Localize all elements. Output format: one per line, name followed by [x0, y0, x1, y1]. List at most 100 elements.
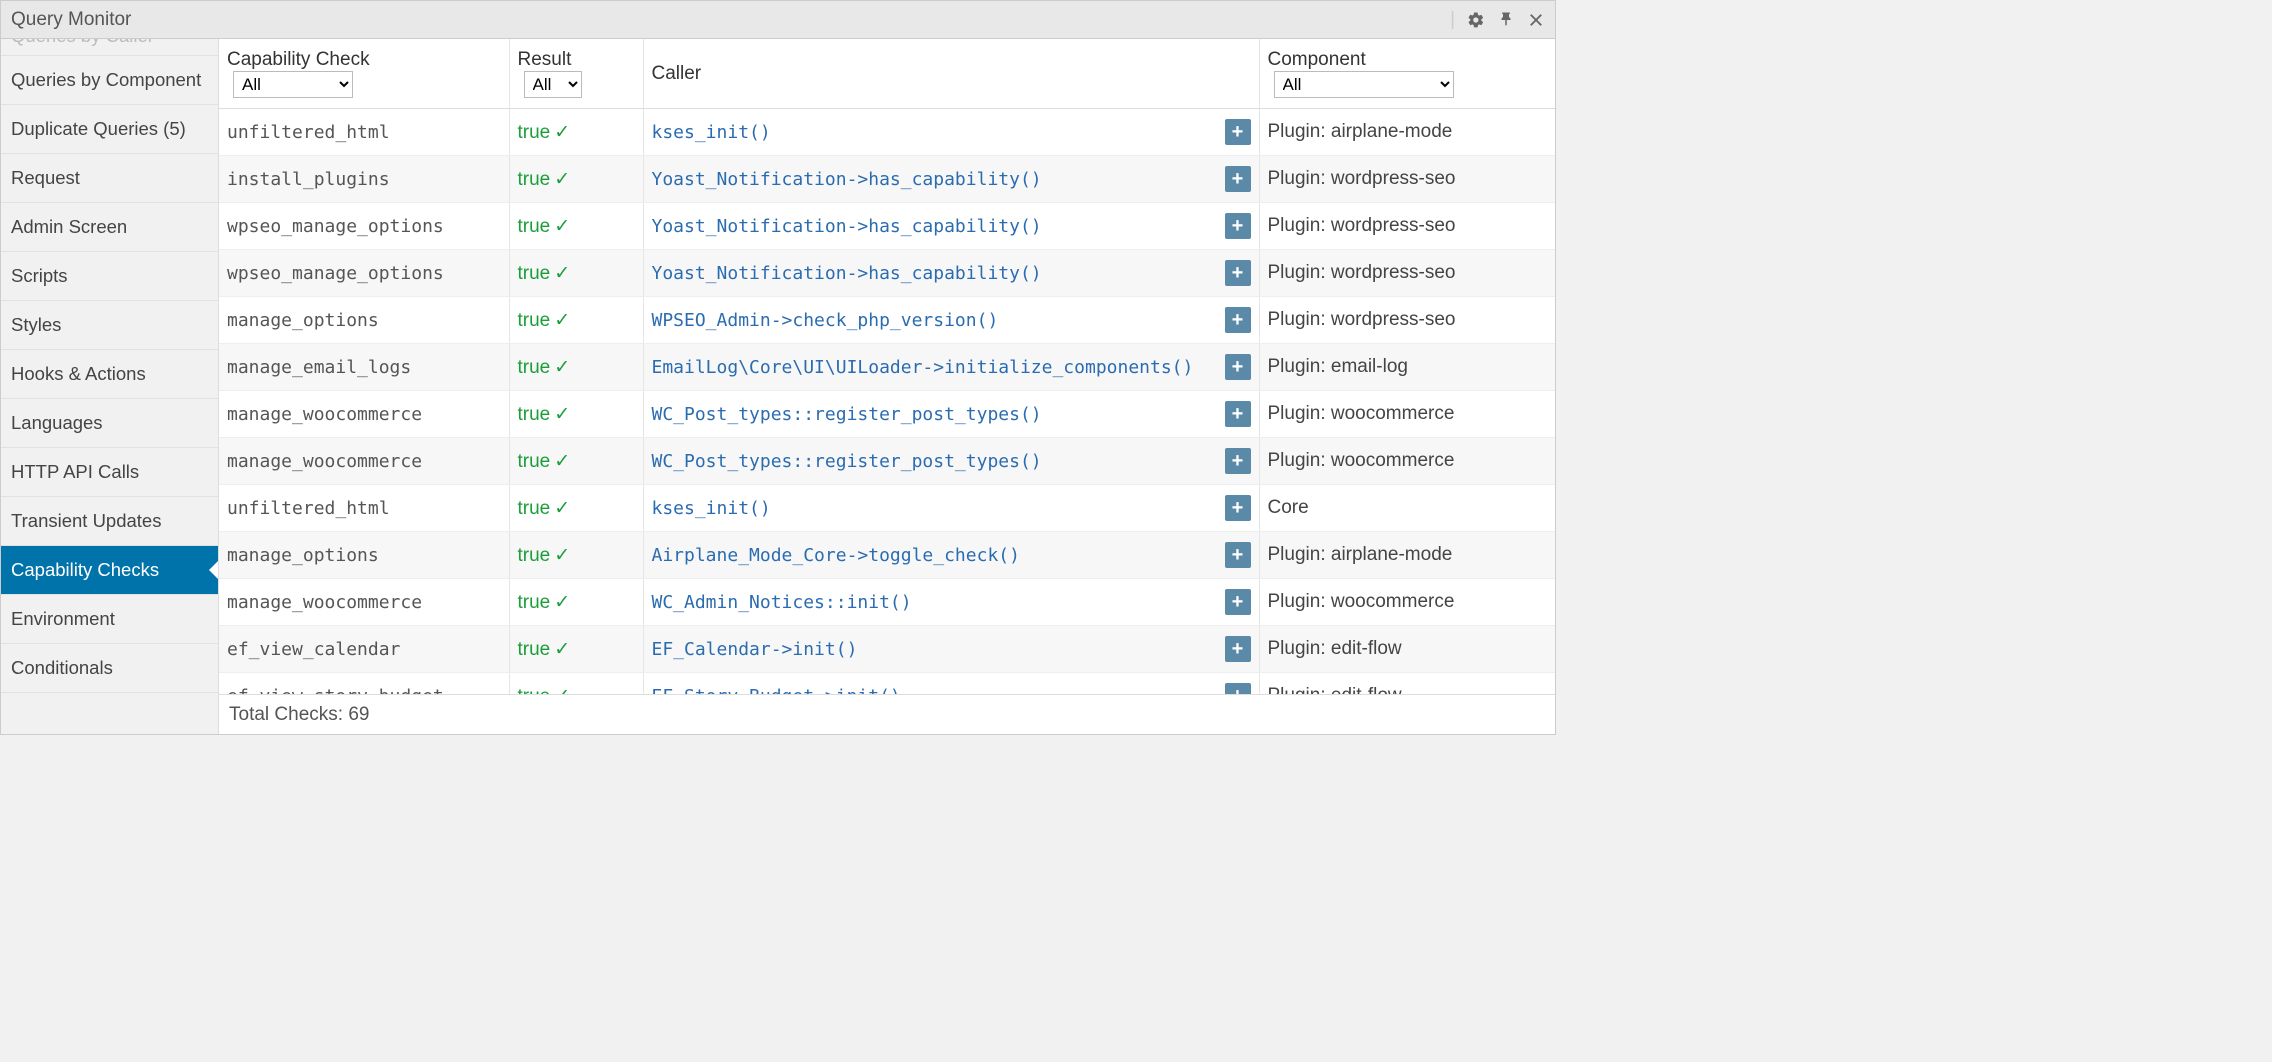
component-cell: Plugin: airplane-mode: [1259, 109, 1555, 156]
result-cell: true✓: [509, 391, 643, 438]
expand-button[interactable]: +: [1225, 683, 1251, 694]
check-icon: ✓: [554, 216, 570, 237]
caller-link[interactable]: WC_Admin_Notices::init(): [652, 592, 1217, 613]
sidebar-item-scripts[interactable]: Scripts: [1, 252, 218, 301]
capability-table: Capability Check All Result All Caller C…: [219, 39, 1555, 694]
component-filter[interactable]: All: [1274, 71, 1454, 98]
caller-link[interactable]: Airplane_Mode_Core->toggle_check(): [652, 545, 1217, 566]
caller-cell: kses_init() +: [643, 485, 1259, 532]
sidebar-item-styles[interactable]: Styles: [1, 301, 218, 350]
caller-link[interactable]: Yoast_Notification->has_capability(): [652, 263, 1217, 284]
caller-link[interactable]: EmailLog\Core\UI\UILoader->initialize_co…: [652, 357, 1217, 378]
close-icon[interactable]: [1527, 11, 1545, 29]
capability-cell: manage_email_logs: [219, 344, 509, 391]
header-result: Result All: [509, 39, 643, 109]
sidebar-item-hooks-actions[interactable]: Hooks & Actions: [1, 350, 218, 399]
sidebar-item-languages[interactable]: Languages: [1, 399, 218, 448]
capability-cell: wpseo_manage_options: [219, 250, 509, 297]
caller-link[interactable]: kses_init(): [652, 122, 1217, 143]
caller-cell: WC_Admin_Notices::init() +: [643, 579, 1259, 626]
caller-link[interactable]: kses_init(): [652, 498, 1217, 519]
table-row: manage_woocommercetrue✓WC_Post_types::re…: [219, 391, 1555, 438]
query-monitor-panel: Query Monitor | Queries by CallerQueries…: [0, 0, 1556, 735]
check-icon: ✓: [554, 639, 570, 660]
header-capability: Capability Check All: [219, 39, 509, 109]
sidebar-item-queries-by-caller[interactable]: Queries by Caller: [1, 39, 218, 56]
result-cell: true✓: [509, 626, 643, 673]
result-cell: true✓: [509, 344, 643, 391]
capability-filter[interactable]: All: [233, 71, 353, 98]
main-content: Capability Check All Result All Caller C…: [219, 39, 1555, 734]
caller-link[interactable]: EF_Calendar->init(): [652, 639, 1217, 660]
sidebar-item-duplicate-queries-5-[interactable]: Duplicate Queries (5): [1, 105, 218, 154]
table-row: unfiltered_htmltrue✓kses_init()+Plugin: …: [219, 109, 1555, 156]
caller-link[interactable]: WC_Post_types::register_post_types(): [652, 451, 1217, 472]
caller-cell: WC_Post_types::register_post_types() +: [643, 438, 1259, 485]
caller-cell: Yoast_Notification->has_capability() +: [643, 250, 1259, 297]
sidebar-item-request[interactable]: Request: [1, 154, 218, 203]
expand-button[interactable]: +: [1225, 589, 1251, 615]
sidebar-item-capability-checks[interactable]: Capability Checks: [1, 546, 218, 595]
caller-link[interactable]: EF_Story_Budget->init(): [652, 686, 1217, 695]
component-cell: Plugin: woocommerce: [1259, 579, 1555, 626]
caller-cell: Yoast_Notification->has_capability() +: [643, 156, 1259, 203]
result-cell: true✓: [509, 438, 643, 485]
header-component: Component All: [1259, 39, 1555, 109]
sidebar-item-transient-updates[interactable]: Transient Updates: [1, 497, 218, 546]
expand-button[interactable]: +: [1225, 119, 1251, 145]
check-icon: ✓: [554, 169, 570, 190]
table-row: manage_email_logstrue✓ EmailLog\Core\UI\U…: [219, 344, 1555, 391]
capability-cell: manage_options: [219, 532, 509, 579]
expand-button[interactable]: +: [1225, 166, 1251, 192]
component-cell: Plugin: woocommerce: [1259, 438, 1555, 485]
result-filter[interactable]: All: [524, 71, 582, 98]
pin-icon[interactable]: [1497, 11, 1515, 29]
check-icon: ✓: [554, 263, 570, 284]
table-row: manage_optionstrue✓Airplane_Mode_Core->t…: [219, 532, 1555, 579]
gear-icon[interactable]: [1467, 11, 1485, 29]
sidebar-item-http-api-calls[interactable]: HTTP API Calls: [1, 448, 218, 497]
capability-cell: manage_woocommerce: [219, 579, 509, 626]
table-row: install_pluginstrue✓Yoast_Notification->…: [219, 156, 1555, 203]
capability-cell: ef_view_calendar: [219, 626, 509, 673]
expand-button[interactable]: +: [1225, 636, 1251, 662]
check-icon: ✓: [554, 686, 570, 695]
caller-link[interactable]: WC_Post_types::register_post_types(): [652, 404, 1217, 425]
check-icon: ✓: [554, 310, 570, 331]
expand-button[interactable]: +: [1225, 542, 1251, 568]
capability-cell: manage_woocommerce: [219, 438, 509, 485]
sidebar-item-queries-by-component[interactable]: Queries by Component: [1, 56, 218, 105]
header-caller: Caller: [643, 39, 1259, 109]
sidebar-item-environment[interactable]: Environment: [1, 595, 218, 644]
sidebar-item-conditionals[interactable]: Conditionals: [1, 644, 218, 693]
result-cell: true✓: [509, 250, 643, 297]
table-row: ef_view_calendartrue✓ EF_Calendar->init()…: [219, 626, 1555, 673]
sidebar-item-admin-screen[interactable]: Admin Screen: [1, 203, 218, 252]
expand-button[interactable]: +: [1225, 307, 1251, 333]
caller-link[interactable]: WPSEO_Admin->check_php_version(): [652, 310, 1217, 331]
expand-button[interactable]: +: [1225, 354, 1251, 380]
expand-button[interactable]: +: [1225, 448, 1251, 474]
check-icon: ✓: [554, 498, 570, 519]
table-row: unfiltered_htmltrue✓kses_init()+Core: [219, 485, 1555, 532]
table-row: wpseo_manage_optionstrue✓Yoast_Notificat…: [219, 250, 1555, 297]
result-cell: true✓: [509, 156, 643, 203]
component-cell: Plugin: airplane-mode: [1259, 532, 1555, 579]
caller-cell: kses_init() +: [643, 109, 1259, 156]
expand-button[interactable]: +: [1225, 260, 1251, 286]
expand-button[interactable]: +: [1225, 213, 1251, 239]
caller-link[interactable]: Yoast_Notification->has_capability(): [652, 169, 1217, 190]
caller-cell: WPSEO_Admin->check_php_version() +: [643, 297, 1259, 344]
check-icon: ✓: [554, 545, 570, 566]
expand-button[interactable]: +: [1225, 495, 1251, 521]
capability-cell: install_plugins: [219, 156, 509, 203]
component-cell: Plugin: edit-flow: [1259, 626, 1555, 673]
caller-link[interactable]: Yoast_Notification->has_capability(): [652, 216, 1217, 237]
result-cell: true✓: [509, 579, 643, 626]
panel-title: Query Monitor: [11, 9, 1450, 31]
check-icon: ✓: [554, 592, 570, 613]
titlebar: Query Monitor |: [1, 1, 1555, 39]
caller-cell: EmailLog\Core\UI\UILoader->initialize_co…: [643, 344, 1259, 391]
expand-button[interactable]: +: [1225, 401, 1251, 427]
caller-cell: Yoast_Notification->has_capability() +: [643, 203, 1259, 250]
